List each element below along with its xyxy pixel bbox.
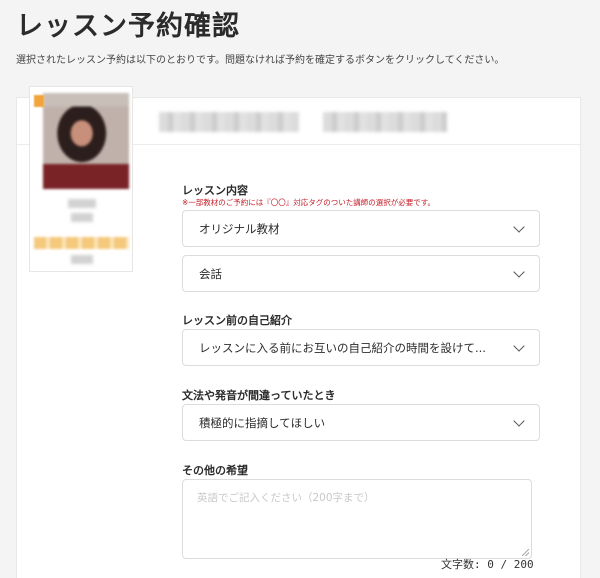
correction-label: 文法や発音が間違っていたとき [182, 389, 336, 402]
material-select[interactable]: オリジナル教材 [182, 210, 540, 247]
correction-select-value: 積極的に指摘してほしい [199, 415, 326, 430]
page-title: レッスン予約確認 [16, 11, 240, 42]
redacted-time [323, 112, 447, 132]
other-requests-label: その他の希望 [182, 464, 248, 477]
correction-select[interactable]: 積極的に指摘してほしい [182, 404, 540, 441]
chevron-down-icon [513, 414, 525, 427]
other-requests-placeholder: 英語でご記入ください（200字まで） [197, 492, 375, 504]
other-requests-textarea[interactable]: 英語でご記入ください（200字まで） [182, 479, 532, 559]
character-counter: 文字数: 0 / 200 [441, 558, 534, 571]
topic-select[interactable]: 会話 [182, 255, 540, 292]
redacted-datetime [159, 112, 299, 132]
self-intro-select[interactable]: レッスンに入る前にお互いの自己紹介の時間を設けて... [182, 329, 540, 366]
lesson-content-label: レッスン内容 [182, 184, 248, 197]
teacher-badge-icon [34, 95, 44, 107]
chevron-down-icon [513, 339, 525, 352]
topic-select-value: 会話 [199, 266, 222, 281]
chevron-down-icon [513, 220, 525, 233]
self-intro-select-value: レッスンに入る前にお互いの自己紹介の時間を設けて... [199, 340, 486, 355]
redacted-teacher-name [68, 199, 96, 208]
material-select-value: オリジナル教材 [199, 221, 280, 236]
teacher-card[interactable] [29, 86, 133, 272]
self-intro-label: レッスン前の自己紹介 [182, 314, 292, 327]
teacher-rating-stars [34, 237, 129, 249]
lesson-content-note: ※一部教材のご予約には『〇〇』対応タグのついた講師の選択が必要です。 [182, 198, 436, 207]
resize-handle-icon[interactable] [522, 549, 529, 556]
page-description: 選択されたレッスン予約は以下のとおりです。問題なければ予約を確定するボタンをクリ… [16, 55, 505, 66]
redacted-teacher-extra [71, 255, 93, 264]
teacher-avatar [43, 93, 129, 189]
redacted-teacher-info [71, 213, 93, 222]
chevron-down-icon [513, 265, 525, 278]
